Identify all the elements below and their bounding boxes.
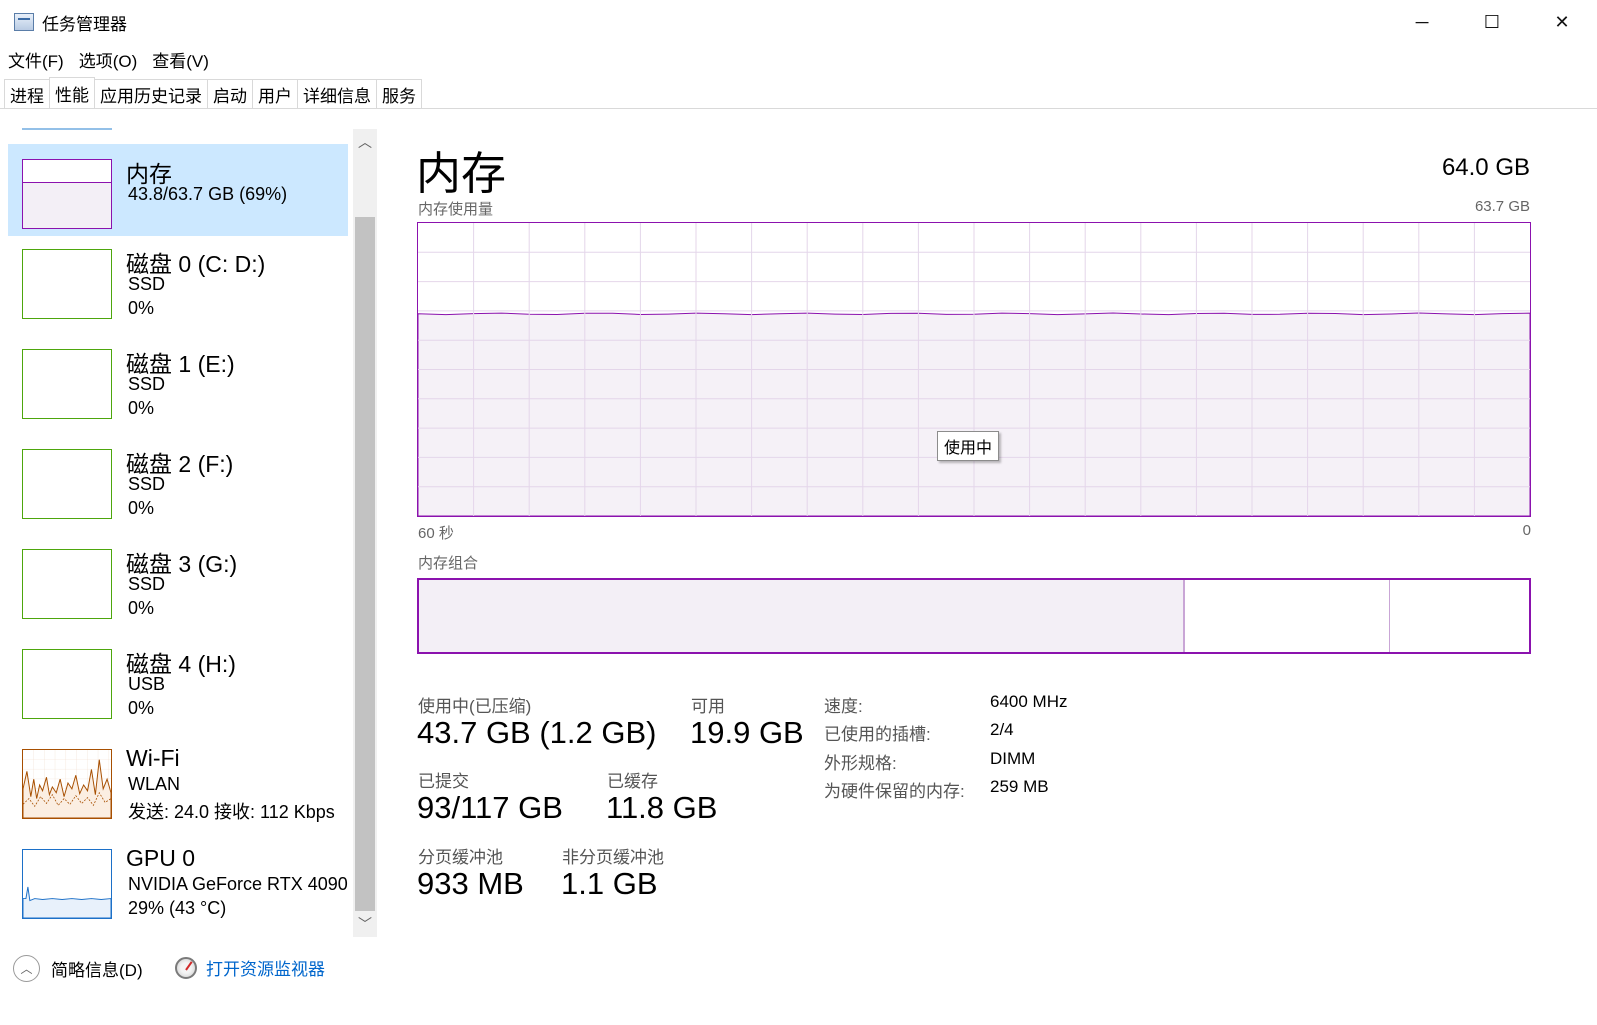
available-label: 可用 [691, 697, 725, 716]
device-wifi[interactable]: Wi-Fi WLAN 发送: 24.0 接收: 112 Kbps [8, 734, 348, 826]
form-factor-value: DIMM [990, 749, 1036, 768]
device-usage: 0% [128, 298, 155, 318]
device-usage: 0% [128, 498, 155, 518]
cached-value: 11.8 GB [606, 790, 718, 825]
device-type: SSD [128, 374, 166, 394]
open-resource-monitor-label: 打开资源监视器 [206, 960, 325, 979]
cached-label: 已缓存 [607, 772, 658, 791]
device-disk-4[interactable]: 磁盘 4 (H:) USB 0% [8, 634, 348, 726]
wifi-thumbnail [22, 749, 112, 819]
device-model: NVIDIA GeForce RTX 4090 [128, 874, 348, 894]
device-usage: 0% [128, 698, 155, 718]
minimize-button[interactable]: ─ [1387, 0, 1457, 44]
task-manager-icon [14, 13, 34, 31]
device-disk-2[interactable]: 磁盘 2 (F:) SSD 0% [8, 434, 348, 526]
title-bar: 任务管理器 ─ ☐ ✕ [0, 0, 1597, 44]
slots-used-value: 2/4 [990, 720, 1014, 739]
tab-startup[interactable]: 启动 [207, 79, 253, 108]
tab-performance[interactable]: 性能 [49, 77, 95, 109]
device-disk-3[interactable]: 磁盘 3 (G:) SSD 0% [8, 534, 348, 626]
menu-view[interactable]: 查看(V) [144, 47, 216, 72]
tab-app-history[interactable]: 应用历史记录 [94, 79, 208, 108]
device-disk-0[interactable]: 磁盘 0 (C: D:) SSD 0% [8, 234, 348, 326]
disk-thumbnail [22, 449, 112, 519]
paged-pool-label: 分页缓冲池 [418, 848, 503, 867]
device-usage: 0% [128, 598, 155, 618]
scrollbar-thumb[interactable] [355, 217, 375, 911]
menu-options[interactable]: 选项(O) [71, 47, 145, 72]
resource-monitor-icon [175, 956, 197, 979]
form-factor-label: 外形规格: [824, 754, 897, 773]
device-list-scrollbar[interactable]: ︿ ﹀ [353, 129, 377, 937]
fewer-details-button[interactable]: ︿ 简略信息(D) [13, 955, 143, 982]
graph-max-label: 63.7 GB [1474, 198, 1530, 215]
page-title: 内存 [416, 148, 507, 199]
device-throughput: 发送: 24.0 接收: 112 Kbps [128, 802, 335, 822]
memory-thumbnail [22, 159, 112, 229]
device-type: SSD [128, 574, 166, 594]
device-gpu-0[interactable]: GPU 0 NVIDIA GeForce RTX 4090 29% (43 °C… [8, 834, 348, 926]
in-use-label: 使用中(已压缩) [418, 697, 532, 716]
menu-file[interactable]: 文件(F) [0, 47, 71, 72]
gpu-thumbnail [22, 849, 112, 919]
available-value: 19.9 GB [690, 715, 804, 750]
disk-thumbnail [22, 649, 112, 719]
device-memory[interactable]: 内存 43.8/63.7 GB (69%) [8, 144, 348, 236]
graph-label: 内存使用量 [418, 201, 494, 218]
tab-users[interactable]: 用户 [252, 79, 298, 108]
hardware-reserved-label: 为硬件保留的内存: [824, 782, 965, 801]
memory-usage-chart [418, 223, 1530, 516]
paged-pool-value: 933 MB [417, 866, 524, 901]
composition-label: 内存组合 [418, 555, 479, 572]
device-type: WLAN [128, 774, 181, 794]
memory-composition-bar[interactable] [417, 578, 1531, 654]
device-disk-1[interactable]: 磁盘 1 (E:) SSD 0% [8, 334, 348, 426]
close-button[interactable]: ✕ [1527, 0, 1597, 44]
device-type: USB [128, 674, 166, 694]
composition-modified-segment[interactable] [1184, 580, 1391, 652]
device-usage: 0% [128, 398, 155, 418]
tab-details[interactable]: 详细信息 [297, 79, 377, 108]
scroll-up-arrow-icon[interactable]: ︿ [353, 129, 377, 155]
window-controls: ─ ☐ ✕ [1387, 0, 1597, 44]
device-usage: 29% (43 °C) [128, 898, 227, 918]
non-paged-pool-label: 非分页缓冲池 [562, 848, 664, 867]
tab-strip: 进程 性能 应用历史记录 启动 用户 详细信息 服务 [4, 77, 422, 109]
speed-value: 6400 MHz [990, 692, 1068, 711]
scroll-down-arrow-icon[interactable]: ﹀ [353, 911, 377, 937]
fewer-details-label: 简略信息(D) [51, 961, 143, 980]
previous-item-edge [22, 128, 112, 130]
disk-thumbnail [22, 549, 112, 619]
memory-usage-graph[interactable] [417, 222, 1531, 517]
menu-bar: 文件(F) 选项(O) 查看(V) [0, 44, 216, 74]
memory-total: 64.0 GB [1441, 154, 1530, 181]
device-type: SSD [128, 474, 166, 494]
in-use-value: 43.7 GB (1.2 GB) [417, 715, 657, 750]
open-resource-monitor-link[interactable]: 打开资源监视器 [175, 955, 325, 980]
maximize-button[interactable]: ☐ [1457, 0, 1527, 44]
speed-label: 速度: [824, 697, 863, 716]
disk-thumbnail [22, 249, 112, 319]
graph-x-right-label: 0 [1522, 522, 1531, 539]
window-title: 任务管理器 [42, 14, 127, 34]
tab-processes[interactable]: 进程 [4, 79, 50, 108]
chevron-up-icon: ︿ [13, 955, 40, 982]
committed-value: 93/117 GB [417, 790, 563, 825]
device-name: GPU 0 [126, 845, 196, 871]
device-type: SSD [128, 274, 166, 294]
device-detail: 43.8/63.7 GB (69%) [128, 184, 288, 204]
non-paged-pool-value: 1.1 GB [561, 866, 658, 901]
composition-in-use-segment[interactable] [419, 580, 1185, 652]
hardware-reserved-value: 259 MB [990, 777, 1049, 796]
graph-x-left-label: 60 秒 [418, 525, 454, 542]
tab-services[interactable]: 服务 [376, 79, 422, 108]
disk-thumbnail [22, 349, 112, 419]
slots-used-label: 已使用的插槽: [824, 725, 931, 744]
device-list: 内存 43.8/63.7 GB (69%) 磁盘 0 (C: D:) SSD 0… [0, 109, 380, 939]
graph-tooltip: 使用中 [937, 431, 1000, 461]
committed-label: 已提交 [418, 772, 469, 791]
device-name: Wi-Fi [126, 745, 180, 771]
